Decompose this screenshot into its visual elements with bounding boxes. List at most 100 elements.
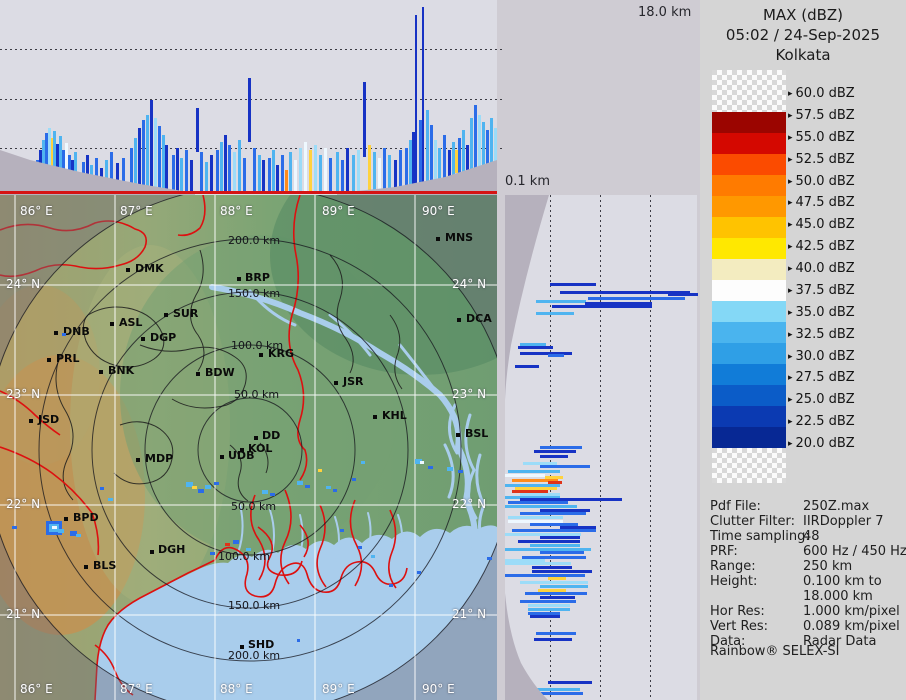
echo-bar <box>130 148 133 191</box>
echo-bar <box>505 474 545 477</box>
echo-bar <box>180 158 183 191</box>
scale-band <box>712 70 786 112</box>
echo-bar <box>510 688 580 691</box>
echo-bar <box>272 150 275 191</box>
scale-band <box>712 238 786 259</box>
echo-bar <box>505 692 583 695</box>
meta-row-label: Time sampling: <box>710 529 810 544</box>
echo-bar <box>520 512 586 515</box>
legend-panel: MAX (dBZ) 05:02 / 24-Sep-2025 Kolkata Pd… <box>700 0 906 700</box>
scale-band <box>712 112 786 133</box>
echo-bar <box>368 145 371 191</box>
echo-bar <box>482 122 485 191</box>
echo-bar <box>74 152 77 191</box>
gridline <box>600 195 601 700</box>
scale-value-label: ▸ 55.0 dBZ <box>788 129 855 145</box>
echo-bar <box>329 158 332 191</box>
echo-bar <box>228 145 231 191</box>
gridline <box>0 99 503 100</box>
echo-bar <box>190 160 193 191</box>
echo-bar <box>532 570 592 573</box>
scale-band <box>712 406 786 427</box>
surface-baseline <box>0 191 497 194</box>
echo-bar <box>319 155 322 191</box>
echo-bar <box>172 155 175 191</box>
echo-bar <box>430 125 433 191</box>
echo-bar <box>142 120 145 191</box>
echo-bar <box>105 160 108 191</box>
echo-bar <box>520 581 588 584</box>
echo-bar <box>138 128 141 191</box>
echo-bar <box>110 152 113 191</box>
scale-band <box>712 301 786 322</box>
echo-bar <box>588 297 685 300</box>
echo-bar <box>405 148 408 191</box>
scale-value-label: ▸ 25.0 dBZ <box>788 392 855 408</box>
meta-row-label: Range: <box>710 559 756 574</box>
echo-bar <box>341 160 344 191</box>
meta-row-label: Vert Res: <box>710 619 769 634</box>
scale-value-label: ▸ 32.5 dBZ <box>788 326 855 342</box>
echo-bar <box>216 150 219 191</box>
echo-bar <box>357 150 360 191</box>
scale-band <box>712 259 786 280</box>
echo-bar <box>518 540 580 543</box>
echo-bar <box>86 155 89 191</box>
echo-bar <box>378 158 381 191</box>
echo-bar <box>394 160 397 191</box>
echo-bar <box>426 110 429 191</box>
echo-bar <box>82 162 85 191</box>
meta-row-label: Clutter Filter: <box>710 514 795 529</box>
gridline <box>0 49 503 50</box>
meta-row-label: Pdf File: <box>710 499 761 514</box>
echo-bar <box>540 446 582 449</box>
echo-bar <box>540 596 575 599</box>
echo-bar <box>185 150 188 191</box>
echo-bar <box>540 585 588 588</box>
echo-bar <box>508 516 563 519</box>
echo-bar <box>448 150 451 191</box>
echo-bar <box>422 7 424 191</box>
echo-bar <box>243 158 246 191</box>
echo-bar <box>253 148 256 191</box>
scale-band <box>712 280 786 301</box>
echo-bar <box>443 135 446 191</box>
echo-bar <box>505 505 577 508</box>
echo-bar <box>548 681 592 684</box>
echo-bar <box>486 130 489 191</box>
echo-bar <box>528 608 570 611</box>
echo-bar <box>258 155 261 191</box>
echo-bar <box>196 108 199 152</box>
scale-value-label: ▸ 40.0 dBZ <box>788 261 855 276</box>
echo-bar <box>346 148 349 191</box>
echo-bar <box>388 155 391 191</box>
meta-row-value: 600 Hz / 450 Hz <box>803 544 906 559</box>
echo-bar <box>399 150 402 191</box>
scale-value-label: ▸ 22.5 dBZ <box>788 414 855 430</box>
echo-bar <box>530 544 580 547</box>
echo-bar <box>314 145 317 191</box>
beam-blind-wedges <box>505 195 549 700</box>
echo-bar <box>100 168 103 191</box>
meta-row-value: 0.100 km to <box>803 574 882 589</box>
echo-bar <box>520 600 576 603</box>
echo-bar <box>532 566 572 569</box>
echo-bar <box>466 145 469 191</box>
echo-bar <box>548 354 564 357</box>
echo-bar <box>540 465 590 468</box>
echo-bar <box>363 82 366 157</box>
echo-bar <box>154 118 157 191</box>
echo-bar <box>550 283 596 286</box>
scale-value-label: ▸ 45.0 dBZ <box>788 217 855 233</box>
echo-bar <box>134 138 137 191</box>
echo-bar <box>540 536 580 539</box>
echo-bar <box>276 165 279 191</box>
echo-bar <box>528 604 570 607</box>
echo-bar <box>281 155 284 191</box>
echo-bar <box>383 148 386 191</box>
side-projection-panel <box>505 195 698 700</box>
scale-value-label: ▸ 50.0 dBZ <box>788 173 855 189</box>
echo-bar <box>534 638 572 641</box>
top-projection-panel <box>0 0 503 195</box>
scale-value-label: ▸ 42.5 dBZ <box>788 239 855 255</box>
